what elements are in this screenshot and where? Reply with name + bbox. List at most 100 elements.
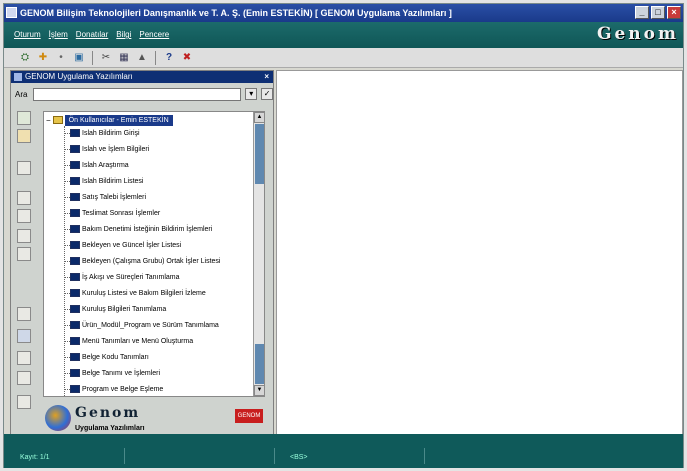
dot-icon[interactable]: • — [54, 51, 68, 65]
scroll-thumb-lower[interactable] — [255, 344, 264, 384]
module-icon — [70, 337, 80, 345]
exit-icon[interactable]: ✖ — [180, 51, 194, 65]
tools-icon[interactable] — [17, 351, 31, 365]
tree-item[interactable]: Islah Bildirim Girişi — [70, 127, 140, 139]
module-icon — [70, 353, 80, 361]
document-icon[interactable] — [17, 161, 31, 175]
exit-icon[interactable] — [17, 395, 31, 409]
users-icon[interactable]: ⛭ — [18, 51, 32, 65]
module-icon — [70, 193, 80, 201]
module-icon — [70, 209, 80, 217]
search-label: Ara — [15, 89, 28, 99]
menu-islem[interactable]: İşlem — [49, 30, 68, 39]
form-icon[interactable] — [17, 247, 31, 261]
help-icon[interactable]: ? — [162, 51, 176, 65]
status-mode: <BS> — [290, 454, 308, 461]
arrow-icon[interactable] — [17, 129, 31, 143]
tree-item-label: Menü Tanımları ve Menü Oluşturma — [82, 337, 194, 345]
search-dropdown-button[interactable]: ▾ — [245, 88, 258, 100]
panel-close-icon[interactable]: × — [264, 71, 269, 83]
menu-pencere[interactable]: Pencere — [139, 30, 169, 39]
menu-bilgi[interactable]: Bilgi — [116, 30, 131, 39]
collapse-icon[interactable]: − — [46, 116, 51, 125]
status-bar: Kayıt: 1/1 <BS> — [4, 434, 683, 468]
tree-item[interactable]: Bekleyen (Çalışma Grubu) Ortak İşler Lis… — [70, 255, 221, 267]
tree-item[interactable]: Bakım Denetimi İsteğinin Bildirim İşleml… — [70, 223, 212, 235]
chart-icon[interactable]: ✂ — [99, 51, 113, 65]
tree-item-label: Bakım Denetimi İsteğinin Bildirim İşleml… — [82, 225, 213, 233]
tree-item-label: Islah Bildirim Girişi — [82, 129, 140, 137]
tree-scrollbar[interactable]: ▲ ▼ — [253, 112, 264, 396]
module-icon — [70, 369, 80, 377]
scroll-up-icon[interactable]: ▲ — [254, 112, 264, 123]
tree-item-label: Islah ve İşlem Bilgileri — [82, 145, 150, 153]
module-icon — [70, 273, 80, 281]
module-icon — [70, 145, 80, 153]
tree-item-label: Kuruluş Bilgileri Tanımlama — [82, 305, 167, 313]
module-icon — [70, 241, 80, 249]
main-content-area — [276, 70, 683, 440]
scroll-thumb[interactable] — [255, 124, 264, 184]
grid-icon[interactable]: ▦ — [117, 51, 131, 65]
home-icon[interactable]: ▲ — [135, 51, 149, 65]
mail-icon[interactable] — [17, 329, 31, 343]
maximize-button[interactable]: □ — [651, 6, 665, 19]
status-divider — [424, 448, 425, 464]
status-divider — [274, 448, 275, 464]
module-icon — [70, 225, 80, 233]
tree-item[interactable]: Belge Kodu Tanımları — [70, 351, 149, 363]
tree-root-label: Ön Kullanıcılar - Emin ESTEKİN — [64, 114, 173, 126]
tree-item[interactable]: Islah ve İşlem Bilgileri — [70, 143, 149, 155]
stop-icon[interactable]: ▣ — [72, 51, 86, 65]
tree-item[interactable]: Menü Tanımları ve Menü Oluşturma — [70, 335, 193, 347]
title-bar: GENOM Bilişim Teknolojileri Danışmanlık … — [4, 4, 683, 22]
users-icon[interactable] — [17, 111, 31, 125]
app-icon — [6, 7, 17, 18]
menu-bar: Oturum İşlem Donatılar Bilgi Pencere Gen… — [4, 22, 683, 48]
tree-item[interactable]: Belge Tanımı ve İşlemleri — [70, 367, 160, 379]
search-go-button[interactable]: ✓ — [261, 88, 274, 100]
close-button[interactable]: × — [667, 6, 681, 19]
module-icon — [70, 321, 80, 329]
page-icon[interactable] — [17, 191, 31, 205]
module-icon — [70, 289, 80, 297]
panel-title: GENOM Uygulama Yazılımları — [25, 72, 133, 81]
tree-item[interactable]: Islah Araştırma — [70, 159, 129, 171]
tree-item-label: Program ve Belge Eşleme — [82, 385, 164, 393]
navigator-panel: GENOM Uygulama Yazılımları × Ara ▾ ✓ − Ö… — [10, 70, 274, 442]
menu-donatilar[interactable]: Donatılar — [76, 30, 108, 39]
calendar-icon[interactable] — [17, 307, 31, 321]
tree-item-label: Bekleyen (Çalışma Grubu) Ortak İşler Lis… — [82, 257, 221, 265]
panel-title-bar: GENOM Uygulama Yazılımları × — [11, 71, 273, 83]
menu-oturum[interactable]: Oturum — [14, 30, 41, 39]
module-icon — [70, 177, 80, 185]
tree-item[interactable]: Kuruluş Bilgileri Tanımlama — [70, 303, 166, 315]
window-title: GENOM Bilişim Teknolojileri Danışmanlık … — [20, 8, 452, 18]
panel-sidebar — [15, 111, 35, 411]
status-divider — [124, 448, 125, 464]
module-icon — [70, 385, 80, 393]
settings-icon[interactable] — [17, 371, 31, 385]
tree-item[interactable]: İş Akışı ve Süreçleri Tanımlama — [70, 271, 180, 283]
tree-item[interactable]: Kuruluş Listesi ve Bakım Bilgileri İzlem… — [70, 287, 206, 299]
list-icon[interactable] — [17, 209, 31, 223]
panel-icon — [14, 73, 22, 81]
tree-item-label: Ürün_Modül_Program ve Sürüm Tanımlama — [82, 321, 219, 329]
tree-item-label: Satış Talebi İşlemleri — [82, 193, 147, 201]
arrow-icon[interactable]: ✚ — [36, 51, 50, 65]
toolbar-separator — [155, 50, 156, 65]
search-input[interactable] — [32, 87, 242, 101]
report-icon[interactable] — [17, 229, 31, 243]
app-window: GENOM Bilişim Teknolojileri Danışmanlık … — [3, 3, 684, 468]
tree-root[interactable]: − Ön Kullanıcılar - Emin ESTEKİN — [46, 114, 173, 126]
tree-item[interactable]: Satış Talebi İşlemleri — [70, 191, 146, 203]
minimize-button[interactable]: _ — [635, 6, 649, 19]
tree-item[interactable]: Program ve Belge Eşleme — [70, 383, 163, 395]
status-record: Kayıt: 1/1 — [20, 454, 50, 461]
tree-item-label: İş Akışı ve Süreçleri Tanımlama — [82, 273, 180, 281]
tree-item[interactable]: Bekleyen ve Güncel İşler Listesi — [70, 239, 181, 251]
tree-item[interactable]: Ürün_Modül_Program ve Sürüm Tanımlama — [70, 319, 219, 331]
tree-item[interactable]: Islah Bildirim Listesi — [70, 175, 143, 187]
scroll-down-icon[interactable]: ▼ — [254, 385, 264, 396]
tree-item[interactable]: Teslimat Sonrası İşlemler — [70, 207, 160, 219]
